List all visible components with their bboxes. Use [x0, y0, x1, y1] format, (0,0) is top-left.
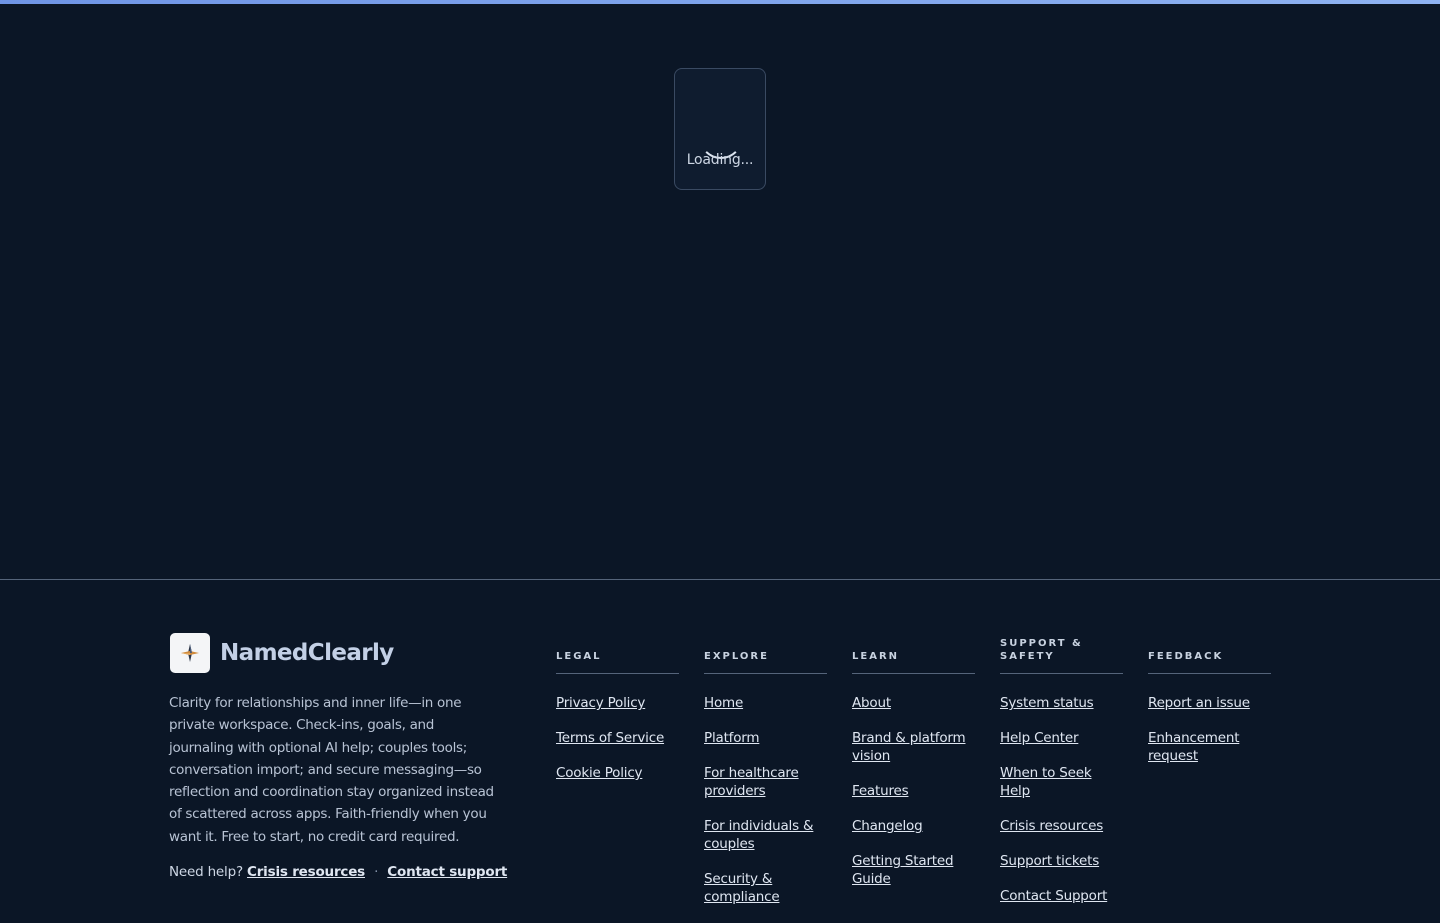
footer-column-explore: EXPLORE Home Platform For healthcare pro… [704, 638, 827, 923]
link-list: Report an issue Enhancement request [1148, 694, 1271, 765]
contact-support-link[interactable]: Contact support [387, 864, 507, 880]
column-heading: EXPLORE [704, 638, 827, 674]
footer-link-individuals-couples[interactable]: For individuals & couples [704, 817, 827, 853]
footer-link-when-to-seek-help[interactable]: When to Seek Help [1000, 764, 1123, 800]
page-progress-bar [0, 0, 1440, 4]
footer-column-support: SUPPORT & SAFETY System status Help Cent… [1000, 638, 1123, 922]
link-list: System status Help Center When to Seek H… [1000, 694, 1123, 905]
footer-link-changelog[interactable]: Changelog [852, 817, 975, 835]
footer-column-legal: LEGAL Privacy Policy Terms of Service Co… [556, 638, 679, 799]
footer-link-privacy-policy[interactable]: Privacy Policy [556, 694, 679, 712]
footer-link-about[interactable]: About [852, 694, 975, 712]
footer-link-security-compliance[interactable]: Security & compliance [704, 870, 827, 906]
footer-link-crisis-resources[interactable]: Crisis resources [1000, 817, 1123, 835]
footer-link-platform[interactable]: Platform [704, 729, 827, 747]
footer-link-home[interactable]: Home [704, 694, 827, 712]
footer-link-support-tickets[interactable]: Support tickets [1000, 852, 1123, 870]
link-list: Home Platform For healthcare providers F… [704, 694, 827, 906]
brand-name: NamedClearly [220, 640, 394, 666]
footer-link-enhancement-request[interactable]: Enhancement request [1148, 729, 1271, 765]
compass-star-icon [170, 633, 210, 673]
footer-link-getting-started[interactable]: Getting Started Guide [852, 852, 975, 888]
link-list: Privacy Policy Terms of Service Cookie P… [556, 694, 679, 782]
link-list: About Brand & platform vision Features C… [852, 694, 975, 888]
footer-tagline: Clarity for relationships and inner life… [169, 695, 494, 845]
brand[interactable]: NamedClearly [170, 633, 394, 673]
loading-card: Loading... [674, 68, 766, 190]
help-line: Need help? Crisis resources · Contact su… [169, 864, 507, 880]
footer-link-features[interactable]: Features [852, 782, 975, 800]
help-prefix: Need help? [169, 864, 243, 880]
footer-link-contact-support[interactable]: Contact Support [1000, 887, 1123, 905]
footer-column-learn: LEARN About Brand & platform vision Feat… [852, 638, 975, 905]
footer-link-help-center[interactable]: Help Center [1000, 729, 1123, 747]
column-heading: LEARN [852, 638, 975, 674]
loading-text: Loading... [686, 152, 754, 168]
column-heading: LEGAL [556, 638, 679, 674]
footer-link-brand-vision[interactable]: Brand & platform vision [852, 729, 975, 765]
footer-link-cookie-policy[interactable]: Cookie Policy [556, 764, 679, 782]
footer-link-terms-of-service[interactable]: Terms of Service [556, 729, 679, 747]
footer-column-feedback: FEEDBACK Report an issue Enhancement req… [1148, 638, 1271, 782]
footer-link-report-issue[interactable]: Report an issue [1148, 694, 1271, 712]
column-heading: SUPPORT & SAFETY [1000, 638, 1123, 674]
crisis-resources-link[interactable]: Crisis resources [247, 864, 365, 880]
footer-link-healthcare-providers[interactable]: For healthcare providers [704, 764, 827, 800]
column-heading: FEEDBACK [1148, 638, 1271, 674]
help-separator: · [374, 864, 379, 880]
site-footer: NamedClearly Clarity for relationships a… [0, 579, 1440, 905]
footer-link-system-status[interactable]: System status [1000, 694, 1123, 712]
